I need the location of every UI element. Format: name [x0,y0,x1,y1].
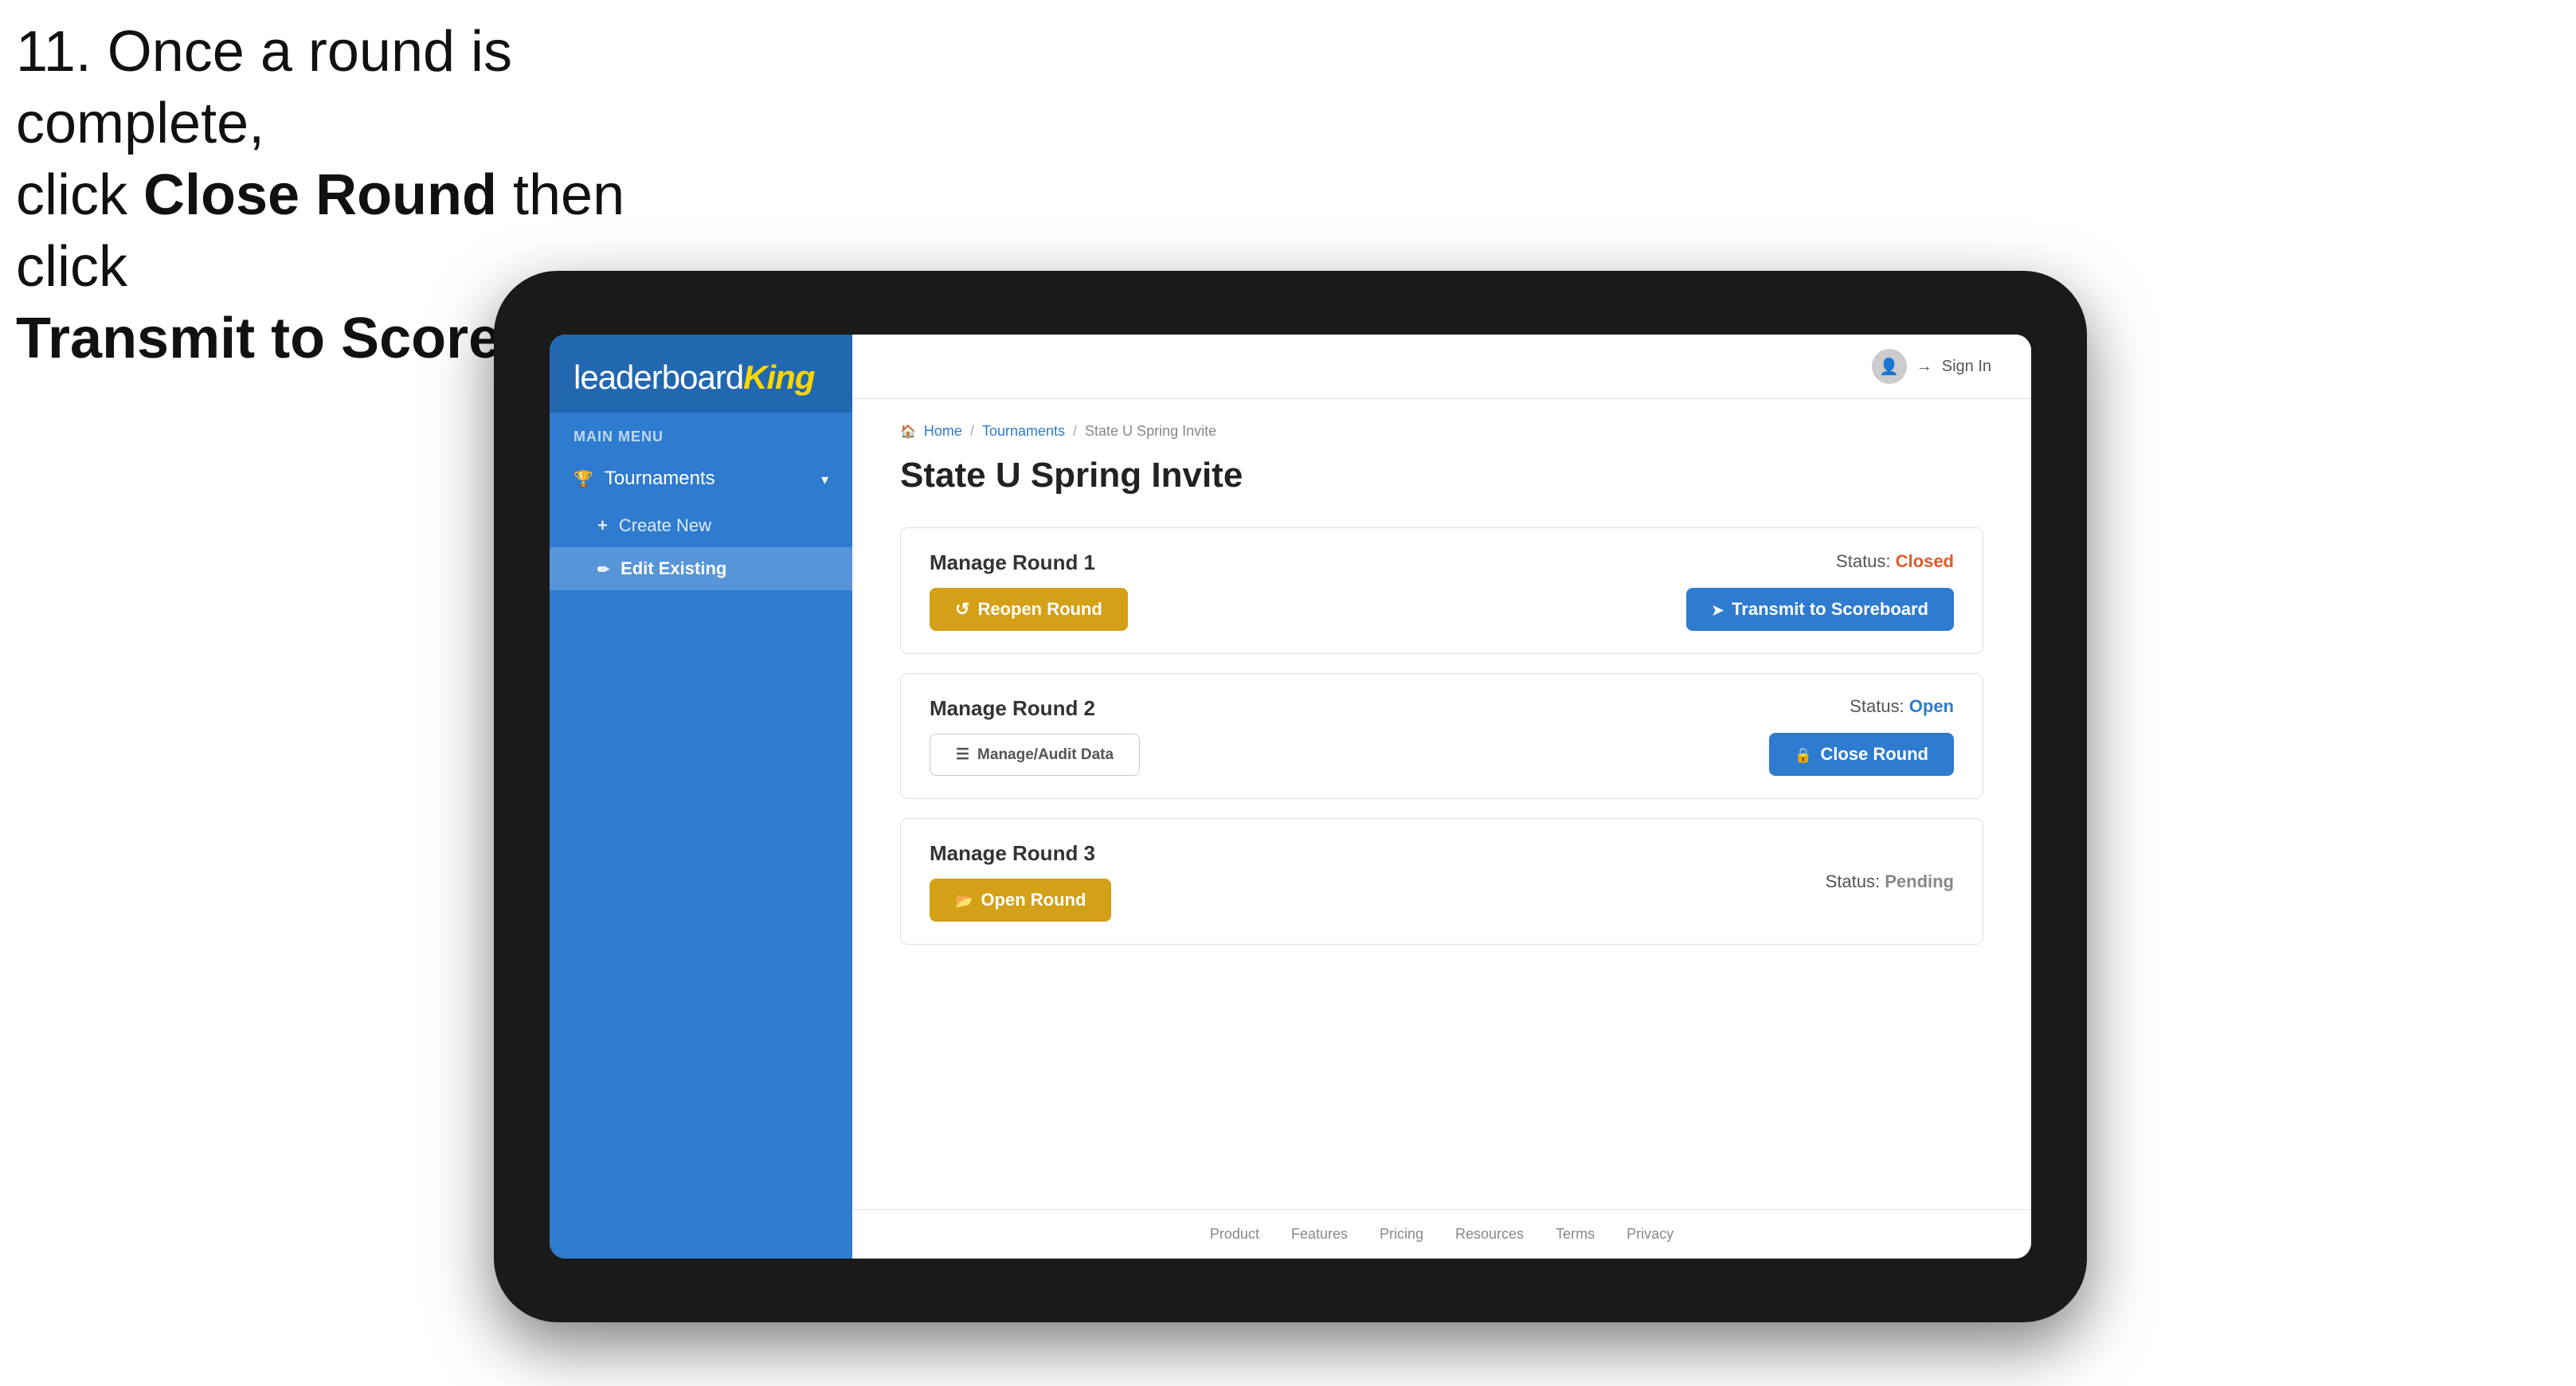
round-2-right: Status: Open Close Round [1769,696,1954,776]
home-icon [900,423,916,440]
sidebar-logo: leaderboardKing [550,335,852,413]
round-2-section: Manage Round 2 ☰ Manage/Audit Data Statu… [900,673,1983,799]
footer: Product Features Pricing Resources Terms… [852,1209,2031,1259]
send-icon [1712,599,1724,620]
round-1-status-value: Closed [1896,551,1954,571]
plus-icon [597,515,608,536]
footer-terms[interactable]: Terms [1556,1226,1595,1243]
logo-leaderboard: leaderboard [574,358,743,396]
round-2-status-value: Open [1909,696,1954,716]
close-round-button[interactable]: Close Round [1769,733,1954,776]
refresh-icon [955,599,969,620]
round-3-right: Status: Pending [1826,871,1954,892]
sidebar-edit-existing-label: Edit Existing [621,558,726,579]
sign-in-area[interactable]: Sign In [1872,349,1991,384]
round-1-right: Status: Closed Transmit to Scoreboard [1686,551,1954,631]
lock-icon [1795,744,1812,765]
round-2-left: Manage Round 2 ☰ Manage/Audit Data [930,696,1140,776]
manage-audit-button[interactable]: ☰ Manage/Audit Data [930,734,1140,776]
footer-pricing[interactable]: Pricing [1380,1226,1423,1243]
sidebar-edit-existing[interactable]: Edit Existing [550,547,852,590]
round-2-title: Manage Round 2 [930,696,1140,721]
app-layout: leaderboardKing MAIN MENU Tournaments Cr… [550,335,2031,1259]
avatar [1872,349,1907,384]
breadcrumb: Home / Tournaments / State U Spring Invi… [900,423,1983,440]
reopen-round-button[interactable]: Reopen Round [930,588,1128,631]
round-1-status: Status: Closed [1836,551,1954,572]
open-icon [955,890,973,910]
page-title: State U Spring Invite [900,456,1983,495]
chevron-down-icon [821,468,828,490]
footer-product[interactable]: Product [1210,1226,1259,1243]
sidebar-create-new-label: Create New [619,515,711,536]
open-round-button[interactable]: Open Round [930,879,1111,922]
close-round-label: Close Round [1820,744,1928,765]
content-area: Home / Tournaments / State U Spring Invi… [852,399,2031,1209]
main-menu-label: MAIN MENU [550,413,852,453]
breadcrumb-current: State U Spring Invite [1085,423,1216,440]
tablet-screen: leaderboardKing MAIN MENU Tournaments Cr… [550,335,2031,1259]
manage-audit-icon: ☰ [956,746,969,764]
round-3-status: Status: Pending [1826,871,1954,892]
instruction-line2-prefix: click [16,163,143,227]
breadcrumb-sep2: / [1073,423,1077,440]
breadcrumb-home[interactable]: Home [924,423,962,440]
footer-privacy[interactable]: Privacy [1627,1226,1674,1243]
round-3-status-value: Pending [1885,871,1954,891]
instruction-close-round: Close Round [143,163,497,227]
instruction-line1: 11. Once a round is complete, [16,20,512,155]
edit-icon [597,558,609,579]
top-bar: Sign In [852,335,2031,399]
manage-audit-label: Manage/Audit Data [977,746,1114,764]
round-3-section: Manage Round 3 Open Round Status: Pendin… [900,818,1983,945]
breadcrumb-tournaments[interactable]: Tournaments [982,423,1065,440]
sign-in-label: Sign In [1942,358,1991,376]
round-1-title: Manage Round 1 [930,550,1128,575]
footer-resources[interactable]: Resources [1455,1226,1524,1243]
round-3-left: Manage Round 3 Open Round [930,841,1111,922]
logo: leaderboardKing [574,358,828,397]
transmit-to-scoreboard-button[interactable]: Transmit to Scoreboard [1686,588,1954,631]
sidebar: leaderboardKing MAIN MENU Tournaments Cr… [550,335,852,1259]
signin-icon [1916,358,1932,376]
logo-king: King [743,358,814,396]
breadcrumb-sep1: / [970,423,974,440]
reopen-round-label: Reopen Round [977,599,1102,620]
footer-features[interactable]: Features [1291,1226,1348,1243]
round-1-section: Manage Round 1 Reopen Round Status: Clos… [900,527,1983,654]
sidebar-tournaments-label: Tournaments [605,468,715,490]
sidebar-item-tournaments[interactable]: Tournaments [550,453,852,504]
sidebar-create-new[interactable]: Create New [550,504,852,547]
round-1-left: Manage Round 1 Reopen Round [930,550,1128,631]
trophy-icon [574,468,593,490]
main-content: Sign In Home / Tournaments / State U Spr… [852,335,2031,1259]
user-icon [1879,357,1899,377]
open-round-label: Open Round [981,890,1086,910]
tablet-device: leaderboardKing MAIN MENU Tournaments Cr… [494,271,2087,1322]
round-2-status: Status: Open [1850,696,1954,717]
transmit-label: Transmit to Scoreboard [1732,599,1928,620]
sidebar-tournaments-inner: Tournaments [574,468,715,490]
round-3-title: Manage Round 3 [930,841,1111,866]
